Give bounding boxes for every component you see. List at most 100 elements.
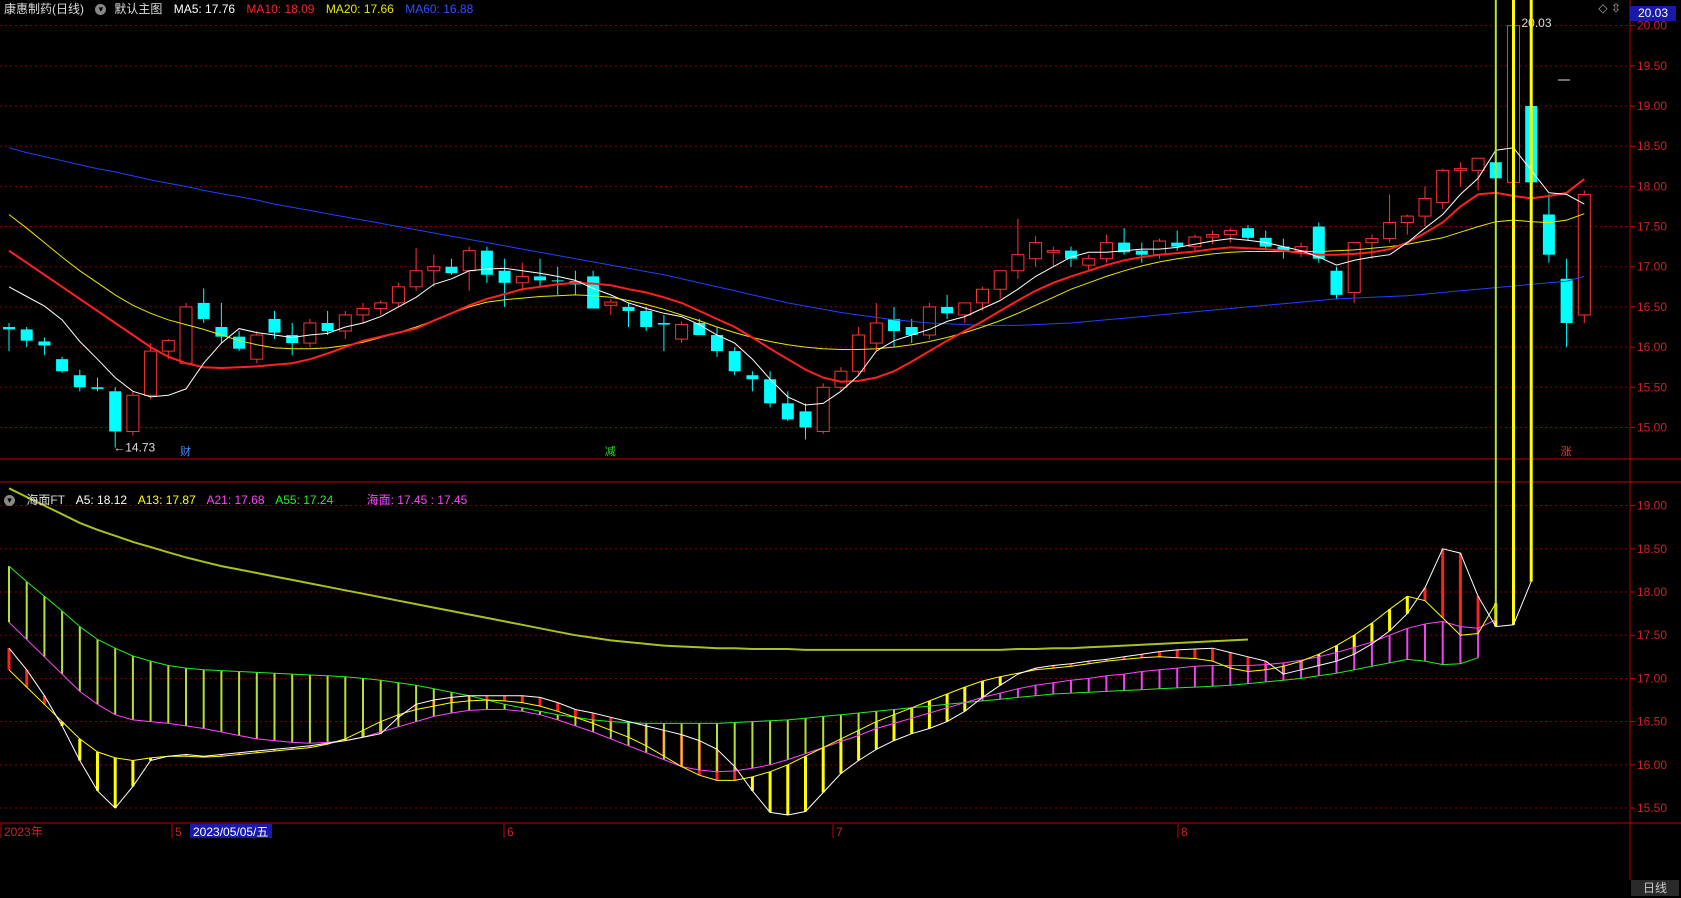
sub-chart-header: ▾ 海面FT A5: 18.12 A13: 17.87 A21: 17.68 A… [4, 491, 475, 509]
y-tick-label: 18.50 [1637, 139, 1667, 153]
indicator-selector[interactable]: ▾ [4, 493, 23, 507]
candle-body [1029, 242, 1043, 260]
candle-body [958, 302, 972, 316]
haimian-label: 海面: 17.45 : 17.45 [366, 493, 468, 507]
y-tick-label: 18.50 [1637, 542, 1667, 556]
y-tick-label: 19.50 [1637, 59, 1667, 73]
candle-body [1153, 240, 1166, 256]
candle-body [179, 306, 193, 364]
toolbar-icons[interactable]: ◇ ⇳ [1598, 1, 1621, 15]
candle-body [20, 329, 33, 341]
y-tick-label: 15.50 [1637, 801, 1667, 815]
x-tick-label: 7 [836, 825, 843, 839]
candle-body [268, 318, 281, 333]
candle-body [728, 351, 741, 372]
candle-body [1542, 214, 1555, 255]
y-tick-label: 18.00 [1637, 585, 1667, 599]
candle-body [993, 270, 1007, 290]
candle-body [1560, 278, 1573, 323]
candle-body [587, 276, 600, 309]
candle-body [161, 340, 175, 352]
candle-body [445, 266, 458, 274]
candle-body [427, 266, 441, 272]
candle-body [1242, 228, 1254, 238]
candle-body [622, 306, 635, 311]
candle-body [1400, 215, 1414, 224]
y-tick-label: 16.00 [1637, 758, 1667, 772]
candle-body [462, 250, 476, 272]
y-tick-label: 17.50 [1637, 220, 1667, 234]
candle-body [1011, 254, 1025, 272]
candle-body [1171, 242, 1184, 247]
candle-body [1046, 250, 1060, 253]
candle-body [321, 322, 334, 332]
candle-body [888, 318, 900, 332]
indicator-title[interactable]: 海面FT [26, 493, 65, 507]
main-chart-header: 康惠制药(日线) ▾ 默认主图 MA5: 17.76 MA10: 18.09 MA… [4, 0, 481, 18]
chart-canvas[interactable]: 15.00 15.50 16.00 16.50 17.00 17.50 18.00 18.50… [0, 0, 1681, 898]
candle-body [356, 308, 370, 316]
template-label: 默认主图 [114, 2, 163, 16]
candle-body [374, 302, 388, 310]
candle-body [126, 394, 140, 432]
template-selector[interactable]: ▾ 默认主图 [95, 2, 162, 16]
candle-body [91, 387, 104, 389]
candle-body [233, 336, 246, 349]
candle-body [1577, 193, 1591, 316]
x-tick-label: 2023年 [4, 825, 43, 839]
candle-body [1365, 238, 1379, 244]
candle-body [1436, 169, 1450, 203]
y-tick-label: 17.50 [1637, 628, 1667, 642]
candle-body [197, 302, 210, 319]
candle-body [498, 270, 511, 283]
candle-body [286, 335, 299, 344]
a55-line [8, 565, 1479, 724]
x-tick-label: 5 [175, 825, 182, 839]
candle-body [1206, 234, 1220, 238]
candle-body [409, 270, 423, 288]
candle-body [604, 301, 618, 306]
candle-body [144, 350, 158, 396]
event-marker: 减 [605, 445, 616, 458]
candle-body [1135, 250, 1148, 255]
y-tick-label: 16.00 [1637, 340, 1667, 354]
candle-body [816, 386, 830, 432]
candle-body [781, 403, 794, 420]
candle-body [657, 322, 670, 325]
candle-body [1223, 230, 1237, 236]
ma5-label: MA5: 17.76 [173, 2, 236, 16]
candle-body [515, 275, 529, 284]
candle-body [799, 411, 812, 428]
stock-title[interactable]: 康惠制药(日线) [4, 2, 84, 16]
candle-body [640, 310, 653, 328]
y-tick-label: 19.00 [1637, 99, 1667, 113]
candle-body [1453, 168, 1467, 171]
event-marker: 财 [180, 444, 191, 458]
candle-body [551, 280, 564, 282]
a21-label: A21: 17.68 [206, 493, 265, 507]
candle-body [1471, 157, 1485, 171]
last-price-box: 20.03 [1630, 6, 1676, 21]
candle-body [941, 306, 954, 314]
y-tick-label: 16.50 [1637, 300, 1667, 314]
candle-body [38, 341, 51, 346]
period-button[interactable]: 日线 [1631, 880, 1679, 896]
candle-body [1383, 222, 1397, 240]
price-annotation: 20.03 [1522, 16, 1552, 30]
candle-body [976, 288, 989, 304]
dropdown-icon: ▾ [95, 4, 107, 16]
candle-body [391, 286, 405, 304]
candle-body [869, 322, 883, 344]
price-annotation: ←14.73 [113, 441, 155, 455]
y-tick-label: 17.00 [1637, 260, 1667, 274]
candle-body [3, 327, 15, 330]
candle-body [746, 375, 759, 380]
x-tick-label: 6 [507, 825, 514, 839]
y-tick-label: 19.00 [1637, 499, 1667, 513]
selected-date-label: 2023/05/05/五 [193, 825, 268, 839]
event-marker: 涨 [1561, 445, 1572, 458]
dropdown-icon: ▾ [4, 495, 15, 507]
ma60-line [8, 147, 1585, 326]
y-tick-label: 17.00 [1637, 671, 1667, 685]
candle-body [109, 391, 122, 432]
